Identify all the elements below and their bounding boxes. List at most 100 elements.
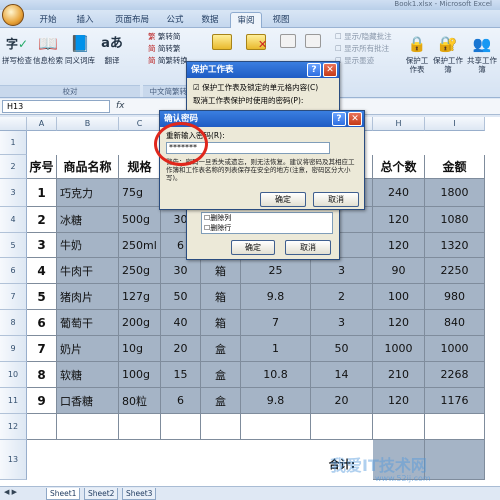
table-cell[interactable]: 3 bbox=[311, 310, 373, 336]
row-header[interactable]: 8 bbox=[0, 310, 27, 336]
table-cell[interactable]: 牛肉干 bbox=[57, 258, 119, 284]
table-cell[interactable]: 1080 bbox=[425, 207, 485, 233]
table-cell[interactable]: 210 bbox=[373, 362, 425, 388]
column-header[interactable]: C bbox=[119, 117, 161, 131]
help-icon[interactable]: ? bbox=[307, 63, 321, 77]
tab-home[interactable]: 开始 bbox=[33, 12, 63, 28]
row-header[interactable]: 7 bbox=[0, 284, 27, 310]
table-cell[interactable]: 1 bbox=[27, 179, 57, 207]
table-cell[interactable]: 9 bbox=[27, 388, 57, 414]
tab-formulas[interactable]: 公式 bbox=[160, 12, 190, 28]
table-cell[interactable]: 50 bbox=[311, 336, 373, 362]
table-cell[interactable]: 1000 bbox=[373, 336, 425, 362]
function-icon[interactable]: fx bbox=[116, 101, 125, 111]
table-cell[interactable]: 5 bbox=[27, 284, 57, 310]
table-cell[interactable]: 980 bbox=[425, 284, 485, 310]
tab-review[interactable]: 审阅 bbox=[230, 12, 262, 28]
table-cell[interactable] bbox=[425, 440, 485, 480]
table-cell[interactable]: 7 bbox=[241, 310, 311, 336]
table-cell[interactable]: 1800 bbox=[425, 179, 485, 207]
row-header[interactable]: 12 bbox=[0, 414, 27, 440]
share-workbook-button[interactable]: 👥 共享工作簿 bbox=[466, 32, 498, 74]
tab-view[interactable]: 视图 bbox=[266, 12, 296, 28]
table-cell[interactable]: 3 bbox=[311, 258, 373, 284]
row-header[interactable]: 4 bbox=[0, 207, 27, 233]
spell-check-button[interactable]: 字✓ 拼写检查 bbox=[2, 32, 32, 65]
sheet-tab-3[interactable]: Sheet3 bbox=[122, 488, 157, 500]
row-header[interactable]: 13 bbox=[0, 440, 27, 480]
tab-insert[interactable]: 插入 bbox=[70, 12, 100, 28]
close-icon[interactable]: ✕ bbox=[348, 112, 362, 126]
protect-ok-button[interactable]: 确定 bbox=[231, 240, 275, 255]
table-cell[interactable]: 20 bbox=[161, 336, 201, 362]
help-icon[interactable]: ? bbox=[332, 112, 346, 126]
new-comment-icon[interactable] bbox=[212, 34, 232, 50]
table-cell[interactable]: 80粒 bbox=[119, 388, 161, 414]
table-cell[interactable]: 盒 bbox=[201, 362, 241, 388]
table-cell[interactable]: 盒 bbox=[201, 336, 241, 362]
protect-cancel-button[interactable]: 取消 bbox=[285, 240, 331, 255]
table-cell[interactable]: 100g bbox=[119, 362, 161, 388]
table-cell[interactable]: 250g bbox=[119, 258, 161, 284]
table-cell[interactable]: 盒 bbox=[201, 388, 241, 414]
row-header[interactable]: 5 bbox=[0, 233, 27, 258]
table-cell[interactable]: 2 bbox=[311, 284, 373, 310]
protect-workbook-button[interactable]: 🔐 保护工作簿 bbox=[433, 32, 463, 74]
thesaurus-button[interactable]: 📘 同义词库 bbox=[64, 32, 96, 65]
row-header[interactable]: 9 bbox=[0, 336, 27, 362]
table-cell[interactable]: 50 bbox=[161, 284, 201, 310]
row-header[interactable]: 6 bbox=[0, 258, 27, 284]
table-cell[interactable]: 奶片 bbox=[57, 336, 119, 362]
to-simplified-button[interactable]: 繁 繁转简 bbox=[148, 32, 198, 41]
sheet-tab-2[interactable]: Sheet2 bbox=[84, 488, 119, 500]
table-cell[interactable]: 7 bbox=[27, 336, 57, 362]
table-cell[interactable]: 箱 bbox=[201, 284, 241, 310]
table-cell[interactable]: 127g bbox=[119, 284, 161, 310]
table-cell[interactable]: 20 bbox=[311, 388, 373, 414]
show-ink-button[interactable]: ☐ 显示墨迹 bbox=[335, 56, 405, 65]
table-cell[interactable] bbox=[57, 414, 119, 440]
office-button[interactable] bbox=[2, 4, 24, 26]
protect-sheet-button[interactable]: 🔒 保护工作表 bbox=[403, 32, 431, 74]
confirm-ok-button[interactable]: 确定 bbox=[260, 192, 306, 207]
table-cell[interactable]: 3 bbox=[27, 233, 57, 258]
table-cell[interactable]: 120 bbox=[373, 310, 425, 336]
table-cell[interactable]: 1 bbox=[241, 336, 311, 362]
table-cell[interactable] bbox=[425, 414, 485, 440]
table-cell[interactable] bbox=[241, 414, 311, 440]
list-item[interactable]: ☐删除行 bbox=[202, 223, 332, 233]
to-traditional-button[interactable]: 简 简转繁 bbox=[148, 44, 198, 53]
close-icon[interactable]: ✕ bbox=[323, 63, 337, 77]
table-header-cell[interactable]: 商品名称 bbox=[57, 155, 119, 179]
table-header-cell[interactable]: 规格 bbox=[119, 155, 161, 179]
table-cell[interactable]: 25 bbox=[241, 258, 311, 284]
table-header-cell[interactable]: 序号 bbox=[27, 155, 57, 179]
protect-contents-checkbox[interactable]: ☑ 保护工作表及锁定的单元格内容(C) bbox=[193, 82, 318, 93]
table-cell[interactable]: 1320 bbox=[425, 233, 485, 258]
show-hide-comment-button[interactable]: ☐ 显示/隐藏批注 bbox=[335, 32, 405, 41]
select-all-corner[interactable] bbox=[0, 117, 27, 131]
row-header[interactable]: 2 bbox=[0, 155, 27, 179]
table-cell[interactable]: 40 bbox=[161, 310, 201, 336]
table-header-cell[interactable]: 总个数 bbox=[373, 155, 425, 179]
table-cell[interactable] bbox=[27, 414, 57, 440]
column-header[interactable]: A bbox=[27, 117, 57, 131]
row-header[interactable]: 11 bbox=[0, 388, 27, 414]
table-cell[interactable]: 2268 bbox=[425, 362, 485, 388]
table-cell[interactable] bbox=[161, 414, 201, 440]
tab-nav-icon[interactable]: ◀ ▶ bbox=[4, 488, 17, 496]
table-cell[interactable] bbox=[119, 414, 161, 440]
column-header[interactable]: I bbox=[425, 117, 485, 131]
name-box[interactable]: H13 bbox=[2, 100, 110, 113]
table-cell[interactable] bbox=[373, 414, 425, 440]
next-comment-icon[interactable] bbox=[305, 34, 321, 48]
row-header[interactable]: 10 bbox=[0, 362, 27, 388]
table-cell[interactable]: 冰糖 bbox=[57, 207, 119, 233]
table-cell[interactable] bbox=[201, 414, 241, 440]
translate-button[interactable]: aあ 翻译 bbox=[98, 32, 126, 65]
table-cell[interactable]: 15 bbox=[161, 362, 201, 388]
table-cell[interactable]: 200g bbox=[119, 310, 161, 336]
table-cell[interactable]: 8 bbox=[27, 362, 57, 388]
table-cell[interactable]: 2 bbox=[27, 207, 57, 233]
confirm-cancel-button[interactable]: 取消 bbox=[313, 192, 359, 207]
